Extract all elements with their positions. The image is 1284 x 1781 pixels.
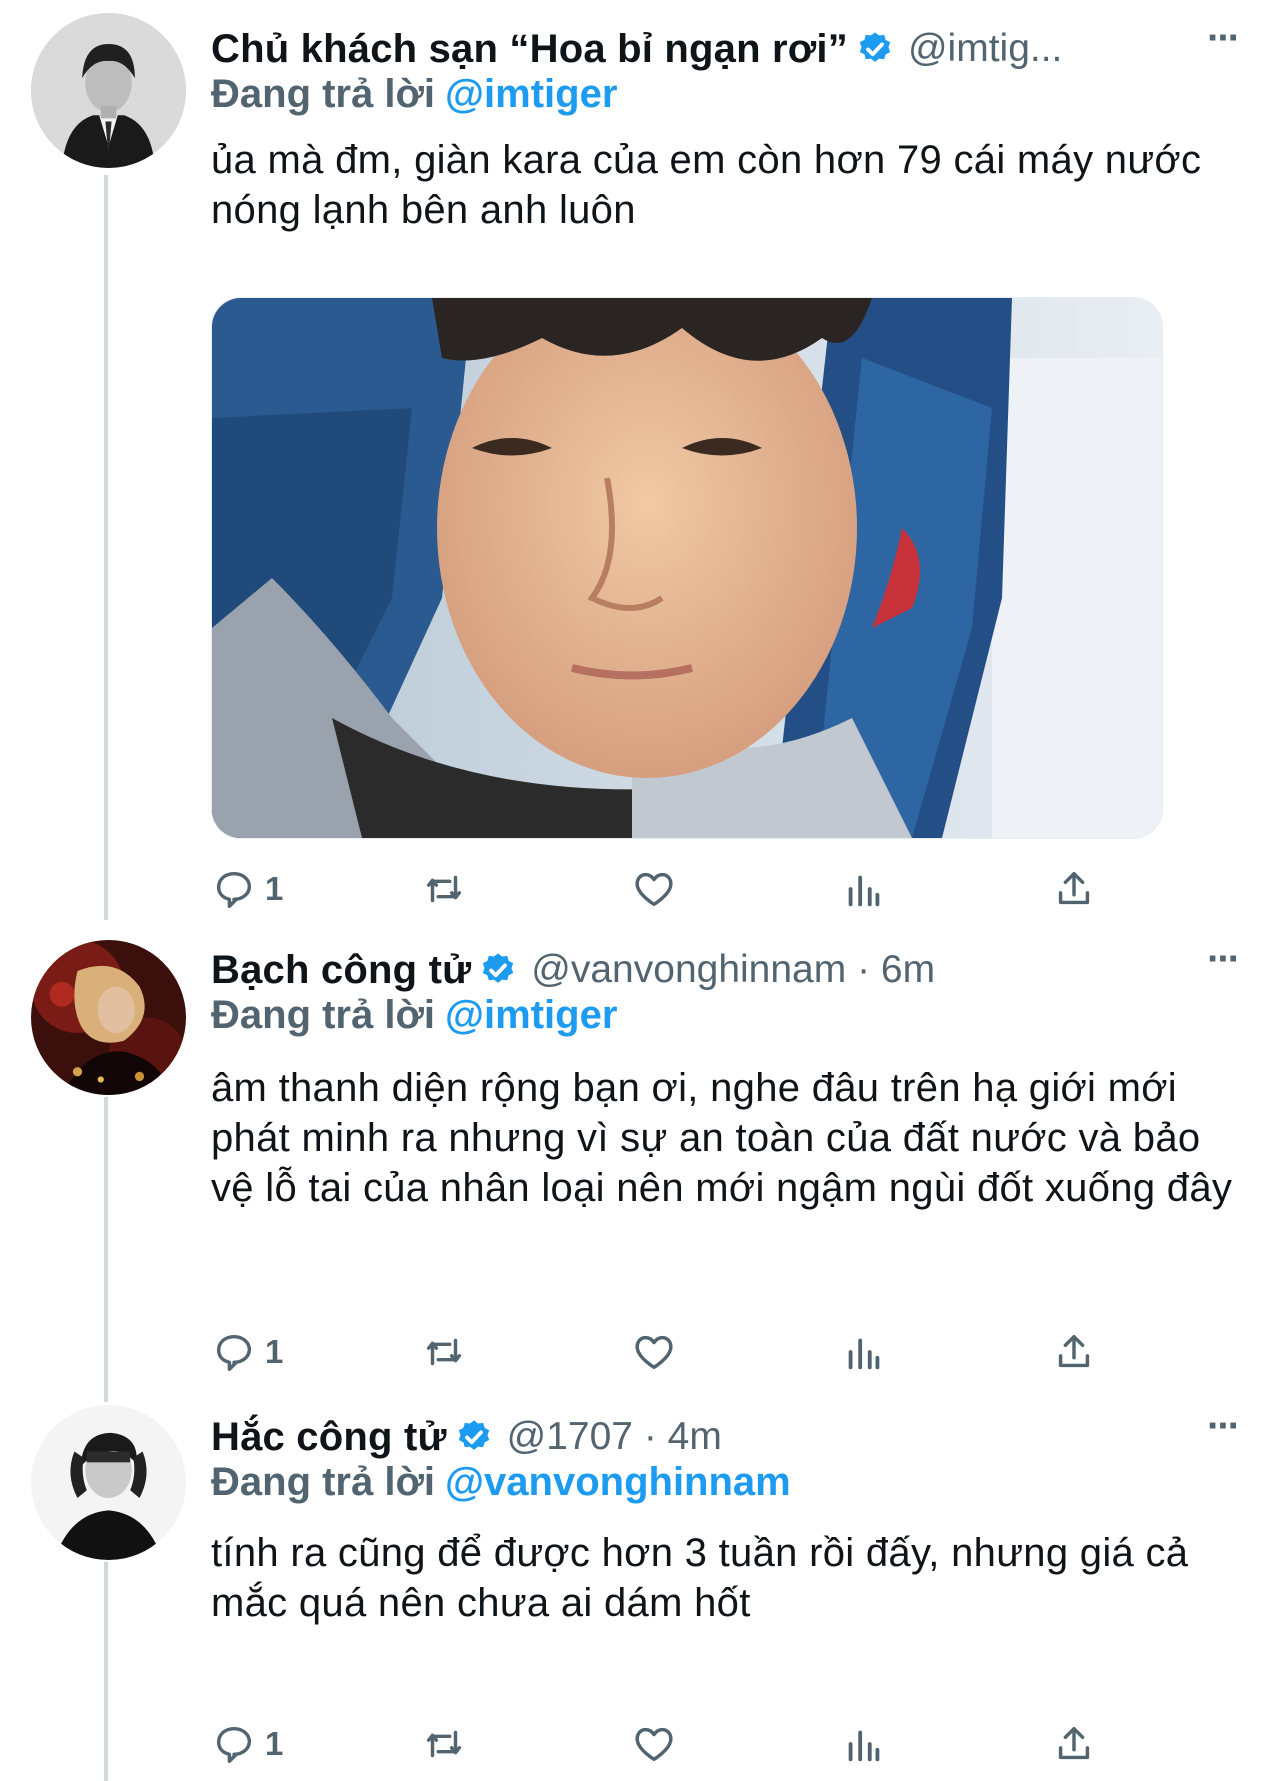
display-name[interactable]: Hắc công tử [211, 1415, 447, 1460]
replying-to: Đang trả lời @imtiger [211, 72, 617, 117]
more-icon[interactable]: ··· [1207, 1404, 1241, 1449]
like-button[interactable] [631, 1327, 677, 1377]
avatar[interactable] [31, 1405, 186, 1560]
analytics-button[interactable] [841, 1719, 887, 1769]
reply-icon [216, 871, 252, 908]
retweet-button[interactable] [421, 864, 467, 914]
tweet-actions: 1 [211, 1327, 1111, 1377]
like-icon [635, 1727, 673, 1762]
share-icon [1058, 1726, 1090, 1760]
tweet-photo[interactable] [211, 297, 1163, 839]
like-icon [635, 1335, 673, 1370]
verified-badge-icon [455, 1418, 493, 1456]
reply-button[interactable]: 1 [211, 1719, 283, 1769]
analytics-icon [848, 1730, 880, 1762]
like-icon [635, 872, 673, 907]
like-button[interactable] [631, 864, 677, 914]
thread-line [104, 175, 108, 920]
retweet-button[interactable] [421, 1719, 467, 1769]
reply-icon [216, 1726, 252, 1763]
more-icon[interactable]: ··· [1207, 937, 1241, 982]
analytics-icon [848, 1338, 880, 1370]
tweet-actions: 1 [211, 1719, 1111, 1769]
mention-link[interactable]: @imtiger [445, 72, 617, 116]
reply-count: 1 [265, 1333, 284, 1370]
reply-button[interactable]: 1 [211, 864, 283, 914]
analytics-icon [848, 875, 880, 907]
reply-icon [216, 1334, 252, 1371]
display-name[interactable]: Chủ khách sạn “Hoa bỉ ngạn rơi” [211, 27, 848, 72]
share-button[interactable] [1051, 864, 1097, 914]
replying-label: Đang trả lời [211, 1460, 436, 1504]
thread-line [104, 1562, 108, 1781]
handle[interactable]: @imtig... [908, 27, 1062, 71]
tweet-text: âm thanh diện rộng bạn ơi, nghe đâu trên… [211, 1066, 1233, 1210]
share-button[interactable] [1051, 1327, 1097, 1377]
share-icon [1058, 1334, 1090, 1368]
reply-count: 1 [265, 870, 284, 907]
reply-button[interactable]: 1 [211, 1327, 283, 1377]
tweet-text: tính ra cũng để được hơn 3 tuần rồi đấy,… [211, 1531, 1189, 1625]
retweet-icon [426, 875, 462, 903]
like-button[interactable] [631, 1719, 677, 1769]
thread-line [104, 1097, 108, 1402]
tweet-actions: 1 [211, 864, 1111, 914]
share-button[interactable] [1051, 1719, 1097, 1769]
verified-badge-icon [856, 30, 894, 68]
replying-label: Đang trả lời [211, 72, 436, 116]
replying-label: Đang trả lời [211, 993, 436, 1037]
replying-to: Đang trả lời @imtiger [211, 993, 617, 1038]
tweet-header: Chủ khách sạn “Hoa bỉ ngạn rơi” @imtig..… [211, 24, 1062, 74]
reply-count: 1 [265, 1725, 284, 1762]
display-name[interactable]: Bạch công tử [211, 948, 471, 993]
retweet-button[interactable] [421, 1327, 467, 1377]
mention-link[interactable]: @imtiger [445, 993, 617, 1037]
analytics-button[interactable] [841, 864, 887, 914]
tweet-header: Hắc công tử @1707 · 4m [211, 1412, 722, 1462]
analytics-button[interactable] [841, 1327, 887, 1377]
avatar[interactable] [31, 940, 186, 1095]
handle[interactable]: @1707 · 4m [507, 1415, 722, 1459]
replying-to: Đang trả lời @vanvonghinnam [211, 1460, 791, 1505]
mention-link[interactable]: @vanvonghinnam [445, 1460, 791, 1504]
tweet-header: Bạch công tử @vanvonghinnam · 6m [211, 945, 935, 995]
more-icon[interactable]: ··· [1207, 16, 1241, 61]
share-icon [1058, 871, 1090, 905]
verified-badge-icon [479, 951, 517, 989]
retweet-icon [426, 1338, 462, 1366]
handle[interactable]: @vanvonghinnam · 6m [531, 948, 935, 992]
retweet-icon [426, 1730, 462, 1758]
tweet-text: ủa mà đm, giàn kara của em còn hơn 79 cá… [211, 138, 1202, 232]
avatar[interactable] [31, 13, 186, 168]
